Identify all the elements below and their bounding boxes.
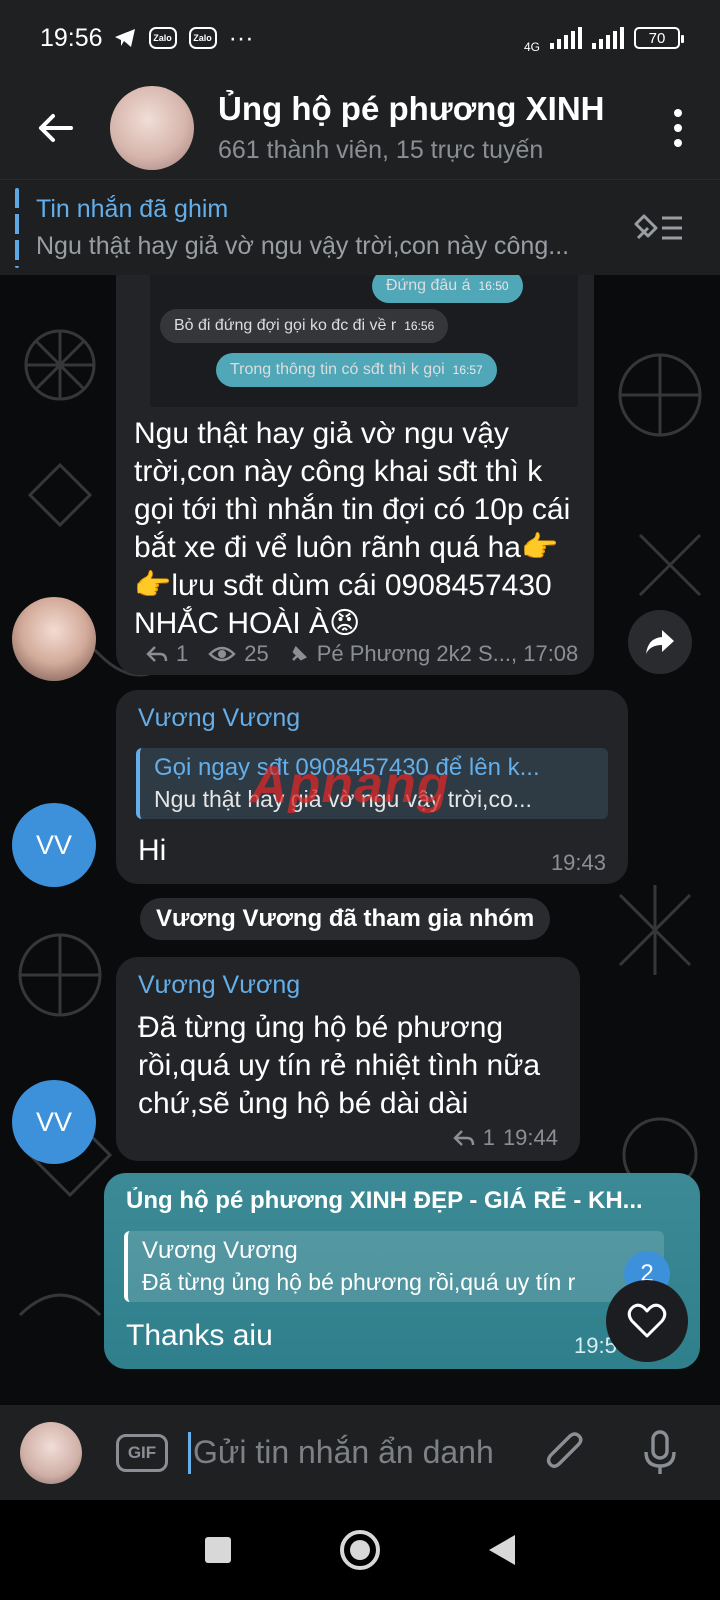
message-input[interactable] [193,1434,513,1471]
text-cursor [188,1431,191,1474]
photo-message-1-text: Đứng đâu á [386,277,471,294]
outgoing-reply-title: Vương Vương [142,1237,298,1264]
pinned-message-bar[interactable]: Tin nhắn đã ghim Ngu thật hay giả vờ ngu… [0,179,720,275]
watermark-logo: Apnang [250,756,450,814]
network-type: 4G [523,40,540,54]
screenshot-photo[interactable]: Đứng đâu á 16:50 Bỏ đi đứng đợi gọi ko đc… [150,275,578,407]
avatar-vv[interactable]: VV [12,803,96,887]
reply-icon [146,646,168,662]
outgoing-reply-preview[interactable]: Vương Vương Đã từng ủng hộ bé phương rồi… [124,1231,664,1302]
post-text: Ngu thật hay giả vờ ngu vậy trời,con này… [134,417,571,640]
post-meta: 1 25 Pé Phương 2k2 S..., 17:08 [146,641,578,667]
forward-button[interactable] [628,610,692,674]
post-author-time: Pé Phương 2k2 S..., 17:08 [316,641,579,666]
outgoing-reply-text: Đã từng ủng hộ bé phương rồi,quá uy tín … [142,1269,576,1295]
home-icon[interactable] [339,1529,381,1571]
battery-icon: 70 [634,27,684,49]
recent-apps-icon[interactable] [203,1535,233,1565]
zalo-icon: Zalo [148,27,177,49]
group-subtitle: 661 thành viên, 15 trực tuyến [218,136,544,164]
message-text: Đã từng ủng hộ bé phương rồi,quá uy tín … [138,1011,540,1120]
pin-list-icon[interactable] [632,208,684,248]
group-title: Ủng hộ pé phương XINH [218,90,605,127]
pinned-text: Ngu thật hay giả vờ ngu vậy trời,con này… [36,231,570,260]
reply-icon [452,1130,474,1146]
message-sender: Vương Vương [138,971,301,999]
more-options-button[interactable] [648,76,708,179]
pinned-title: Tin nhắn đã ghim [36,194,229,223]
share-icon [646,630,674,654]
status-bar: 19:56 Zalo Zalo ··· 4G 70 [0,0,720,76]
message-sender: Vương Vương [138,704,301,732]
zalo-icon-2: Zalo [188,27,217,49]
photo-message-2: Bỏ đi đứng đợi gọi ko đc đi về r 16:56 [160,309,449,343]
back-nav-icon[interactable] [487,1533,517,1567]
group-avatar[interactable] [110,85,194,170]
chat-header: Ủng hộ pé phương XINH 661 thành viên, 15… [0,76,720,179]
pin-icon [291,645,307,661]
gif-button[interactable]: GIF [116,1433,168,1472]
signal-icon-2 [592,27,624,49]
post-reply-count: 1 [176,641,189,666]
outgoing-sender: Ủng hộ pé phương XINH ĐẸP - GIÁ RẺ - KH.… [126,1187,643,1214]
message-time: 19:44 [502,1125,558,1150]
status-time: 19:56 [40,23,103,52]
heart-reaction-button[interactable] [606,1280,688,1362]
photo-message-2-time: 16:56 [404,319,435,333]
dot-icon [674,123,682,132]
photo-message-1: Đứng đâu á 16:50 [372,275,523,303]
microphone-icon [644,1429,676,1474]
back-button[interactable] [0,76,110,179]
pinned-indicator [15,188,19,268]
more-notifications-icon: ··· [228,23,254,52]
dot-icon [674,108,682,117]
photo-message-3-text: Trong thông tin có sđt thì k gọi [230,361,445,378]
signal-icon [550,27,582,49]
eye-icon [208,646,236,662]
message-input-wrapper[interactable] [188,1431,518,1474]
photo-message-1-time: 16:50 [478,279,509,293]
photo-message-2-text: Bỏ đi đứng đợi gọi ko đc đi về r [174,317,397,334]
telegram-icon [113,27,137,49]
message-text: Hi [138,834,167,867]
message-meta: 1 19:44 [452,1125,558,1151]
paperclip-icon [546,1431,583,1468]
message-reply-count: 1 [482,1125,495,1150]
photo-content: Đứng đâu á 16:50 Bỏ đi đứng đợi gọi ko đc… [150,275,578,407]
send-as-avatar[interactable] [20,1421,82,1484]
heart-icon [627,1303,667,1338]
microphone-button[interactable] [636,1429,684,1477]
avatar-vv-2[interactable]: VV [12,1080,96,1164]
post-author-avatar[interactable] [12,597,96,681]
dot-icon [674,138,682,147]
service-message: Vương Vương đã tham gia nhóm [140,898,551,940]
arrow-left-icon [39,113,73,142]
system-navigation-bar [0,1500,720,1600]
post-view-count: 25 [244,641,269,666]
attach-button[interactable] [542,1429,590,1477]
message-input-bar: GIF [0,1405,720,1500]
photo-message-3: Trong thông tin có sđt thì k gọi 16:57 [216,353,497,387]
photo-message-3-time: 16:57 [452,363,483,377]
message-bubble-vv-2[interactable]: Vương Vương Đã từng ủng hộ bé phương rồi… [116,957,580,1161]
chat-area[interactable]: Đứng đâu á 16:50 Bỏ đi đứng đợi gọi ko đc… [0,275,720,1405]
outgoing-message-text: Thanks aiu [126,1319,273,1352]
message-time: 19:43 [550,850,606,875]
header-info[interactable]: Ủng hộ pé phương XINH 661 thành viên, 15… [218,90,648,165]
